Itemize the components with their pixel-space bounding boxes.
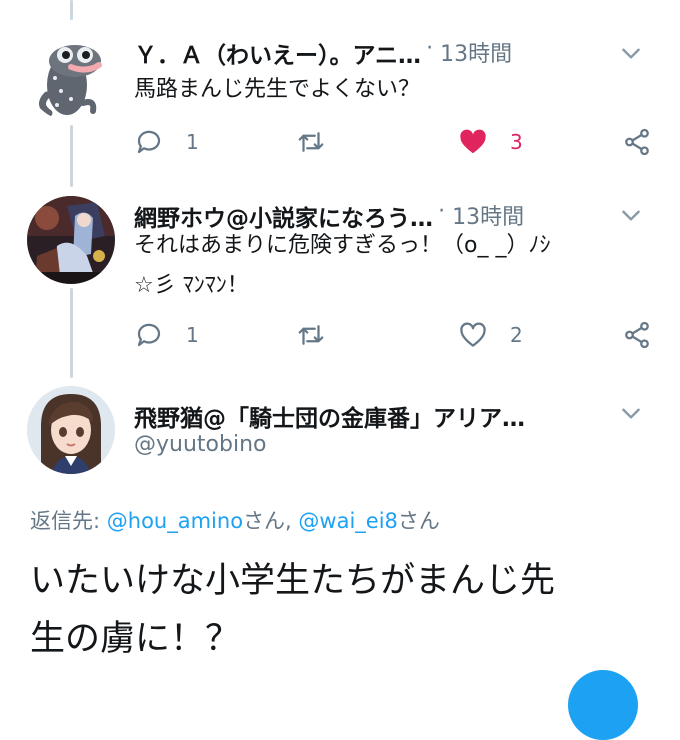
mention-link[interactable]: @wai_ei8 [298, 509, 398, 533]
reply-to-line: 返信先: @hou_aminoさん, @wai_ei8さん [30, 505, 440, 535]
display-name[interactable]: 飛野猶@「騎士団の金庫番」アリア… [134, 399, 525, 433]
honorific-text: さん [397, 509, 440, 533]
compose-fab-button[interactable] [568, 670, 638, 740]
focused-header: 飛野猶@「騎士団の金庫番」アリア… [134, 399, 525, 432]
avatar[interactable] [27, 386, 115, 474]
focused-text-line-2: 生の虜に！？ [30, 619, 241, 659]
mention-link[interactable]: @hou_amino [107, 509, 243, 533]
honorific-text: さん, [243, 509, 299, 533]
reply-to-label: 返信先: [30, 509, 107, 533]
anime-girl-avatar-icon [27, 386, 115, 474]
focused-tweet-text: いたいけな小学生たちがまんじ先 生の虜に！？ [30, 552, 650, 668]
user-handle[interactable]: @yuutobino [134, 432, 266, 457]
chevron-down-icon[interactable] [618, 400, 644, 426]
focused-text-line-1: いたいけな小学生たちがまんじ先 [30, 561, 556, 601]
focused-tweet: 飛野猶@「騎士団の金庫番」アリア… @yuutobino 返信先: @hou_a… [0, 0, 680, 680]
